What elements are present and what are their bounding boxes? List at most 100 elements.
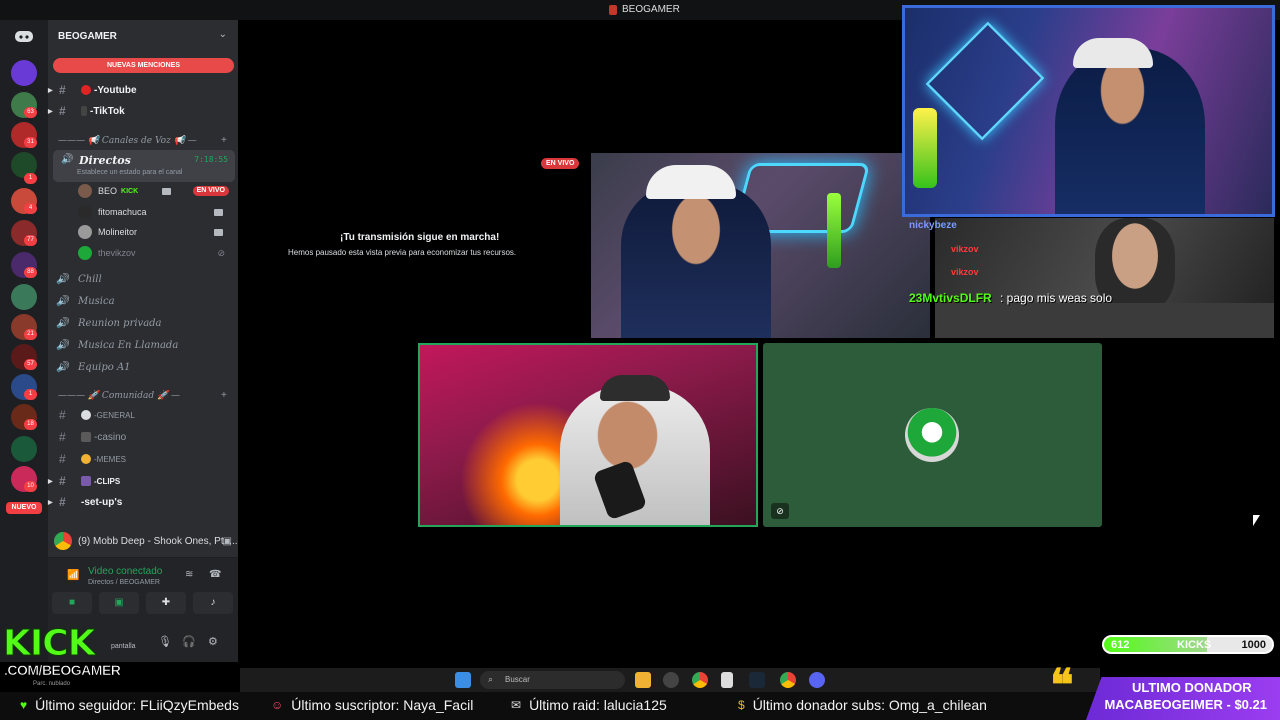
- voice-channel-reunion-privada[interactable]: 🔊 Reunion privada: [56, 313, 232, 333]
- taskbar-search[interactable]: ⌕ Buscar: [480, 671, 625, 689]
- chrome-icon[interactable]: [692, 672, 708, 688]
- disconnect-icon[interactable]: ☎: [209, 569, 221, 580]
- hash-icon: #: [59, 452, 66, 466]
- channel-label: Directos: [79, 154, 131, 167]
- voice-channel-musica-en-llamada[interactable]: 🔊 Musica En Llamada: [56, 335, 232, 355]
- server-rail: 63 31 1 4 77 88 21 57 1 18 10 NUEVO: [0, 20, 48, 662]
- camera-icon: [214, 228, 223, 236]
- chat-message: : pago mis weas solo: [1000, 291, 1113, 305]
- discord-icon[interactable]: [809, 672, 825, 688]
- windows-start-icon[interactable]: [455, 672, 471, 688]
- signal-icon: 📶: [67, 570, 80, 581]
- voice-user-fitomachuca[interactable]: fitomachuca: [78, 202, 233, 222]
- camera-button[interactable]: ■: [52, 592, 92, 614]
- heart-icon: ♥: [20, 698, 28, 712]
- dice-emoji-icon: [81, 432, 91, 442]
- unread-indicator-icon: ▶: [48, 478, 53, 485]
- category-community[interactable]: ——— 🚀 Comunidad 🚀 — +: [58, 390, 227, 401]
- video-tile-avatar[interactable]: ⊘: [763, 343, 1102, 527]
- voice-user-molineitor[interactable]: Molineitor: [78, 222, 233, 242]
- ticker-raid: ✉ Último raid: lalucia125: [511, 697, 667, 713]
- window-title-text: BEOGAMER: [622, 4, 680, 15]
- speaker-icon: 🔊: [56, 295, 69, 307]
- speaker-icon: 🔊: [56, 273, 69, 285]
- muted-mic-icon: ⊘: [217, 247, 225, 258]
- voice-status[interactable]: Video conectado: [88, 566, 162, 577]
- channel-setups[interactable]: ▶ # -set-up's: [48, 492, 232, 512]
- voice-user-thevikzov[interactable]: thevikzov ⊘: [78, 243, 233, 263]
- chat-name: vikzov: [951, 244, 979, 254]
- notepad-icon[interactable]: [721, 672, 733, 688]
- voice-user-name: BEO: [98, 186, 118, 196]
- hash-icon: #: [59, 408, 66, 422]
- discord-home-icon[interactable]: [13, 28, 35, 46]
- voice-location[interactable]: Directos / BEOGAMER: [88, 579, 160, 586]
- activity-now-playing[interactable]: (9) Mobb Deep - Shook Ones, Pt. ... ▣: [54, 526, 238, 556]
- ticker-text: Último raid: lalucia125: [529, 697, 667, 713]
- server-icon[interactable]: [11, 436, 37, 462]
- guild-header[interactable]: BEOGAMER ⌄: [48, 20, 238, 54]
- ticker-donor-subs: $ Último donador subs: Omg_a_chilean: [738, 697, 987, 713]
- chrome-icon[interactable]: [780, 672, 796, 688]
- channel-youtube[interactable]: ▶ # -Youtube: [48, 80, 232, 100]
- obs-icon[interactable]: [663, 672, 679, 688]
- category-voice-channels[interactable]: ——— 📢 Canales de Voz 📢 — +: [58, 135, 227, 146]
- channel-general[interactable]: # -GENERAL: [56, 405, 232, 425]
- voice-channel-equipo-a1[interactable]: 🔊 Equipo A1: [56, 357, 232, 377]
- channel-label: -set-up's: [81, 496, 123, 508]
- ticker-text: Último suscriptor: Naya_Facil: [291, 697, 474, 713]
- channel-label: Equipo A1: [78, 361, 131, 373]
- channel-label: Musica: [78, 295, 115, 307]
- cap-graphic: [600, 375, 670, 401]
- noise-suppression-icon[interactable]: ≋: [185, 569, 193, 580]
- channel-memes[interactable]: # -MEMES: [56, 449, 232, 469]
- soundboard-button[interactable]: ♪: [193, 592, 233, 614]
- channel-clips[interactable]: ▶ # -CLIPS: [48, 471, 232, 491]
- muted-mic-icon: ⊘: [771, 503, 789, 519]
- headphones-icon[interactable]: 🎧: [182, 635, 196, 648]
- ticker-text: Último donador subs: Omg_a_chilean: [752, 697, 987, 713]
- add-channel-icon[interactable]: +: [221, 135, 227, 146]
- gear-icon[interactable]: ⚙: [208, 635, 218, 648]
- kicks-target: 1000: [1241, 639, 1266, 651]
- obs-window-icon: [609, 4, 617, 15]
- unread-indicator-icon: ▶: [48, 87, 53, 94]
- hash-icon: #: [59, 495, 66, 509]
- new-servers-pill[interactable]: NUEVO: [6, 502, 42, 514]
- new-mentions-button[interactable]: NUEVAS MENCIONES: [53, 58, 234, 73]
- voice-channel-chill[interactable]: 🔊 Chill: [56, 269, 232, 289]
- camera-icon: [162, 187, 171, 195]
- hash-icon: #: [59, 104, 66, 118]
- add-channel-icon[interactable]: +: [221, 390, 227, 401]
- channel-tiktok[interactable]: ▶ # -TikTok: [48, 101, 232, 121]
- microphone-icon[interactable]: 🎙: [158, 635, 172, 648]
- unread-indicator-icon: ▶: [48, 499, 53, 506]
- voice-channel-directos[interactable]: 🔊 Directos 7:18:55 Establece un estado p…: [53, 150, 235, 182]
- screen-share-icon[interactable]: ▣: [223, 536, 232, 547]
- screen-share-button[interactable]: ▣: [99, 592, 139, 614]
- unread-badge: 1: [24, 173, 37, 184]
- search-placeholder: Buscar: [505, 675, 530, 684]
- chat-name: vikzov: [951, 267, 979, 277]
- avatar: [78, 246, 92, 260]
- server-icon[interactable]: [11, 284, 37, 310]
- voice-channel-musica[interactable]: 🔊 Musica: [56, 291, 232, 311]
- video-tile-speaking[interactable]: [418, 343, 758, 527]
- unread-badge: 1: [24, 389, 37, 400]
- heart-eyes-icon: ☺: [271, 698, 284, 712]
- channel-label: Reunion privada: [78, 317, 162, 329]
- kicks-current: 612: [1111, 639, 1130, 651]
- channel-status-input[interactable]: Establece un estado para el canal: [77, 169, 182, 176]
- streamer-figure: [1055, 48, 1205, 214]
- file-explorer-icon[interactable]: [635, 672, 651, 688]
- unread-badge: 77: [24, 235, 37, 246]
- activities-button[interactable]: ✚: [146, 592, 186, 614]
- channel-casino[interactable]: # -casino: [56, 427, 232, 447]
- channel-label: -GENERAL: [94, 410, 135, 420]
- server-icon[interactable]: [11, 60, 37, 86]
- avatar: [78, 225, 92, 239]
- video-tile-beo[interactable]: [591, 153, 930, 338]
- steam-icon[interactable]: [749, 672, 765, 688]
- voice-user-beo[interactable]: BEO KICK EN VIVO: [78, 181, 233, 201]
- chevron-down-icon[interactable]: ⌄: [219, 29, 227, 40]
